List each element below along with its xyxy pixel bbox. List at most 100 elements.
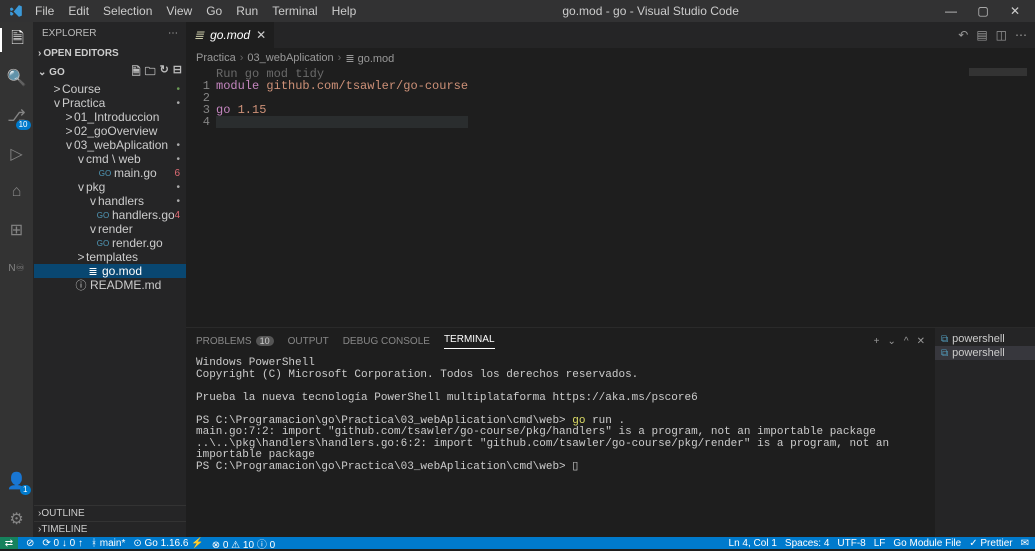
- explorer-more-icon[interactable]: ⋯: [168, 28, 178, 39]
- tree-item-01-introduccion[interactable]: >01_Introduccion: [34, 110, 186, 124]
- tree-item-render-go[interactable]: GOrender.go: [34, 236, 186, 250]
- tree-item-handlers-go[interactable]: GOhandlers.go4: [34, 208, 186, 222]
- powershell-icon: ⧉: [941, 334, 948, 345]
- status-item[interactable]: ⊙ Go 1.16.6 ⚡: [133, 538, 203, 549]
- line-numbers: 1234: [186, 68, 216, 327]
- menu-selection[interactable]: Selection: [97, 2, 158, 20]
- menu-edit[interactable]: Edit: [62, 2, 95, 20]
- tree-item-02-gooverview[interactable]: >02_goOverview: [34, 124, 186, 138]
- close-panel-icon[interactable]: ✕: [917, 336, 925, 347]
- terminal-entry[interactable]: ⧉powershell: [935, 332, 1035, 346]
- open-editors-section[interactable]: ›OPEN EDITORS: [34, 44, 186, 62]
- settings-gear-icon[interactable]: ⚙: [5, 507, 29, 531]
- remote-activity-icon[interactable]: ⌂: [5, 180, 29, 204]
- new-folder-icon[interactable]: 🗀: [145, 63, 156, 82]
- tree-item-templates[interactable]: >templates: [34, 250, 186, 264]
- split-editor-icon[interactable]: ◫: [996, 28, 1007, 42]
- debug-console-tab[interactable]: DEBUG CONSOLE: [343, 336, 430, 347]
- status-item[interactable]: ⟳ 0 ↓ 0 ↑: [42, 538, 83, 549]
- terminal-tab[interactable]: TERMINAL: [444, 334, 495, 349]
- account-icon[interactable]: 👤1: [5, 469, 29, 493]
- more-actions-icon[interactable]: ⋯: [1015, 28, 1027, 42]
- status-bar: ⇄ ⊘ ⟳ 0 ↓ 0 ↑ ᚼ main* ⊙ Go 1.16.6 ⚡ ⊗ 0 ⚠ 10…: [0, 537, 1035, 549]
- menu-file[interactable]: File: [29, 2, 60, 20]
- menu-help[interactable]: Help: [326, 2, 363, 20]
- status-item[interactable]: ᚼ main*: [91, 538, 125, 549]
- remote-indicator[interactable]: ⇄: [0, 537, 18, 549]
- explorer-activity-icon[interactable]: 🗎: [0, 28, 34, 52]
- problems-tab[interactable]: PROBLEMS10: [196, 336, 274, 347]
- status-item[interactable]: Spaces: 4: [785, 538, 829, 549]
- status-item[interactable]: LF: [874, 538, 886, 549]
- panel-tabs: PROBLEMS10 OUTPUT DEBUG CONSOLE TERMINAL…: [186, 328, 935, 354]
- file-icon: ≣: [194, 28, 204, 42]
- status-item[interactable]: ⊗ 0 ⚠ 10 ⓘ 0: [212, 536, 275, 551]
- tree-item-render[interactable]: vrender: [34, 222, 186, 236]
- explorer-title: EXPLORER: [42, 28, 96, 39]
- activity-bar: 🗎 🔍 ⎇10 ▷ ⌂ ⊞ N♾ 👤1 ⚙: [0, 22, 34, 537]
- close-button[interactable]: ✕: [1003, 4, 1027, 18]
- bottom-panel: PROBLEMS10 OUTPUT DEBUG CONSOLE TERMINAL…: [186, 327, 1035, 537]
- tree-item-03-webaplication[interactable]: v03_webAplication•: [34, 138, 186, 152]
- search-activity-icon[interactable]: 🔍: [5, 66, 29, 90]
- tab-go-mod[interactable]: ≣ go.mod ✕: [186, 22, 275, 48]
- folder-root-header[interactable]: ⌄ GO 🗎 🗀 ↻ ⊟: [34, 62, 186, 82]
- terminal-output[interactable]: Windows PowerShellCopyright (C) Microsof…: [186, 354, 935, 537]
- code-content[interactable]: Run go mod tidymodule github.com/tsawler…: [216, 68, 468, 327]
- status-item[interactable]: Go Module File: [893, 538, 961, 549]
- nx-activity-icon[interactable]: N♾: [5, 256, 29, 280]
- editor-group: ≣ go.mod ✕ ↶ ▤ ◫ ⋯ Practica›03_webAplica…: [186, 22, 1035, 537]
- title-bar: FileEditSelectionViewGoRunTerminalHelp g…: [0, 0, 1035, 22]
- status-item[interactable]: Ln 4, Col 1: [729, 538, 777, 549]
- minimap[interactable]: [969, 68, 1027, 76]
- tree-item-main-go[interactable]: GOmain.go6: [34, 166, 186, 180]
- terminal-entry[interactable]: ⧉powershell: [935, 346, 1035, 360]
- diff-icon[interactable]: ▤: [976, 28, 987, 42]
- menu-bar: FileEditSelectionViewGoRunTerminalHelp: [29, 2, 362, 20]
- tree-item-pkg[interactable]: vpkg•: [34, 180, 186, 194]
- tree-item-handlers[interactable]: vhandlers•: [34, 194, 186, 208]
- new-file-icon[interactable]: 🗎: [132, 63, 141, 82]
- tree-item-cmd-web[interactable]: vcmd \ web•: [34, 152, 186, 166]
- tree-item-readme-md[interactable]: ⓘREADME.md: [34, 278, 186, 292]
- file-icon: ⓘ: [74, 277, 88, 293]
- breadcrumb[interactable]: Practica›03_webAplication›≣ go.mod: [186, 48, 1035, 68]
- editor-tabs: ≣ go.mod ✕ ↶ ▤ ◫ ⋯: [186, 22, 1035, 48]
- explorer-sidebar: EXPLORER ⋯ ›OPEN EDITORS ⌄ GO 🗎 🗀 ↻ ⊟ >C…: [34, 22, 186, 537]
- tree-item-practica[interactable]: vPractica•: [34, 96, 186, 110]
- extensions-activity-icon[interactable]: ⊞: [5, 218, 29, 242]
- refresh-icon[interactable]: ↻: [160, 63, 169, 82]
- collapse-icon[interactable]: ⊟: [173, 63, 182, 82]
- tree-item-course[interactable]: >Course•: [34, 82, 186, 96]
- breadcrumb-item[interactable]: 03_webAplication: [247, 52, 333, 64]
- breadcrumb-item[interactable]: Practica: [196, 52, 236, 64]
- run-activity-icon[interactable]: ▷: [5, 142, 29, 166]
- file-tree: >Course•vPractica•>01_Introduccion>02_go…: [34, 82, 186, 292]
- source-control-activity-icon[interactable]: ⎇10: [5, 104, 29, 128]
- status-item[interactable]: ⊘: [26, 538, 34, 549]
- window-title: go.mod - go - Visual Studio Code: [362, 4, 939, 18]
- tree-item-go-mod[interactable]: ≣go.mod: [34, 264, 186, 278]
- new-terminal-icon[interactable]: +: [874, 336, 880, 347]
- terminal-list: ⧉powershell⧉powershell: [935, 328, 1035, 537]
- file-icon: ≣: [86, 265, 100, 278]
- status-item[interactable]: UTF-8: [837, 538, 865, 549]
- status-item[interactable]: ✉: [1021, 538, 1029, 549]
- go-back-icon[interactable]: ↶: [958, 28, 968, 42]
- status-item[interactable]: ✓ Prettier: [969, 538, 1012, 549]
- menu-terminal[interactable]: Terminal: [266, 2, 323, 20]
- maximize-button[interactable]: ▢: [971, 4, 995, 18]
- menu-go[interactable]: Go: [200, 2, 228, 20]
- output-tab[interactable]: OUTPUT: [288, 336, 329, 347]
- outline-section[interactable]: › OUTLINE: [34, 505, 186, 521]
- window-controls: ― ▢ ✕: [939, 4, 1027, 18]
- minimize-button[interactable]: ―: [939, 4, 963, 18]
- close-tab-icon[interactable]: ✕: [256, 28, 266, 42]
- maximize-panel-icon[interactable]: ^: [904, 336, 909, 347]
- menu-view[interactable]: View: [160, 2, 198, 20]
- powershell-icon: ⧉: [941, 348, 948, 359]
- breadcrumb-item[interactable]: ≣ go.mod: [345, 52, 394, 65]
- go-file-icon: GO: [96, 211, 110, 220]
- menu-run[interactable]: Run: [230, 2, 264, 20]
- terminal-dropdown-icon[interactable]: ⌄: [888, 336, 896, 347]
